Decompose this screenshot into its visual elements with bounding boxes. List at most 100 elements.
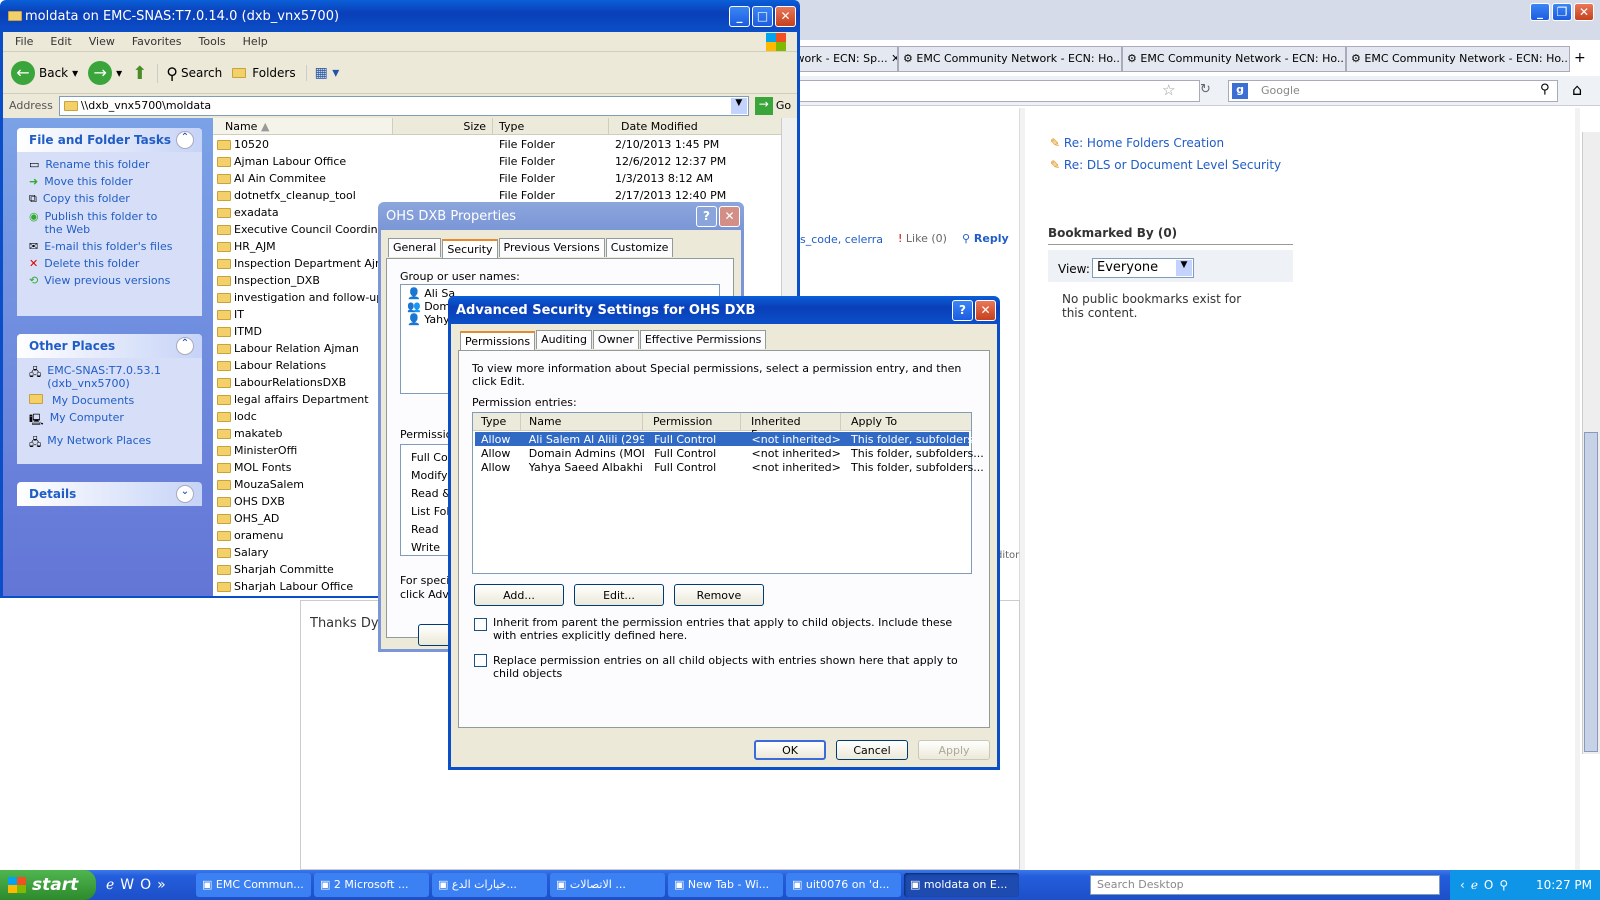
start-button[interactable]: start: [0, 870, 96, 900]
browser-tab[interactable]: ⚙ EMC Community Network - ECN: Ho... ✕: [1346, 46, 1570, 72]
address-input[interactable]: \\dxb_vnx5700\moldata ▼: [58, 95, 749, 116]
tray-arrow-icon[interactable]: ‹: [1460, 878, 1465, 892]
folders-button[interactable]: Folders: [232, 66, 296, 80]
task-publish[interactable]: ◉ Publish this folder to the Web: [17, 206, 202, 236]
word-icon[interactable]: W: [120, 877, 134, 893]
taskbar-item[interactable]: ▣ moldata on E...: [904, 873, 1019, 897]
task-move[interactable]: ➜ Move this folder: [17, 171, 202, 188]
inherit-checkbox[interactable]: [474, 618, 487, 631]
view-select[interactable]: Everyone ▼: [1092, 258, 1194, 278]
task-delete[interactable]: ✕ Delete this folder: [17, 253, 202, 270]
cancel-button[interactable]: Cancel: [836, 740, 908, 760]
task-email[interactable]: ✉ E-mail this folder's files: [17, 236, 202, 253]
reload-icon[interactable]: ↻: [1200, 82, 1211, 97]
maximize-button[interactable]: □: [752, 5, 773, 27]
tray-ie-icon[interactable]: ℯ: [1471, 878, 1478, 892]
replace-checkbox[interactable]: [474, 654, 487, 667]
menu-tools[interactable]: Tools: [199, 35, 226, 48]
task-previous-versions[interactable]: ⟲ View previous versions: [17, 270, 202, 287]
file-row[interactable]: Ajman Labour Office File Folder 12/6/2012 …: [213, 153, 781, 170]
browser-tab[interactable]: ⚙ EMC Community Network - ECN: Ho... ✕: [1122, 46, 1346, 72]
close-button[interactable]: ✕: [975, 299, 996, 321]
col-permission[interactable]: Permission: [643, 413, 741, 430]
ie-icon[interactable]: ℯ: [106, 877, 114, 893]
close-button[interactable]: ✕: [719, 205, 740, 227]
taskbar-item[interactable]: ▣ الاتصالات ...: [550, 873, 665, 897]
advanced-titlebar[interactable]: Advanced Security Settings for OHS DXB ?…: [448, 296, 1000, 324]
browser-restore-button[interactable]: ❐: [1552, 3, 1572, 21]
url-bar[interactable]: [780, 80, 1200, 102]
taskbar-item[interactable]: ▣ uit0076 on 'd...: [786, 873, 901, 897]
col-type[interactable]: Type: [473, 413, 521, 430]
explorer-titlebar[interactable]: moldata on EMC-SNAS:T7.0.14.0 (dxb_vnx57…: [0, 0, 800, 32]
collapse-icon[interactable]: ⌃: [176, 131, 194, 149]
tab-permissions[interactable]: Permissions: [460, 331, 536, 350]
add-button[interactable]: Add...: [474, 584, 564, 606]
column-name[interactable]: Name ▲: [213, 118, 393, 134]
file-row[interactable]: 10520 File Folder 2/10/2013 1:45 PM: [213, 136, 781, 153]
col-apply-to[interactable]: Apply To: [841, 413, 969, 430]
sidebar-link-1[interactable]: ✎ Re: Home Folders Creation: [1050, 136, 1224, 150]
apply-button[interactable]: Apply: [918, 740, 990, 760]
tray-search-icon[interactable]: ⚲: [1499, 878, 1508, 892]
place-my-network[interactable]: 🖧 My Network Places: [17, 430, 202, 453]
place-emc-snas[interactable]: 🖧 EMC-SNAS:T7.0.53.1 (dxb_vnx5700): [17, 358, 202, 390]
tab-owner[interactable]: Owner: [592, 330, 639, 349]
task-rename[interactable]: ▭ Rename this folder: [17, 152, 202, 171]
tab-effective-permissions[interactable]: Effective Permissions: [639, 330, 767, 349]
chevron-down-icon[interactable]: ▼: [730, 97, 747, 114]
tab-previous-versions[interactable]: Previous Versions: [498, 238, 605, 257]
edit-button[interactable]: Edit...: [574, 584, 664, 606]
tray-outlook-icon[interactable]: O: [1484, 878, 1493, 892]
tab-auditing[interactable]: Auditing: [536, 330, 592, 349]
like-button[interactable]: ! Like (0): [898, 232, 947, 245]
tags-fragment[interactable]: s_code, celerra: [800, 233, 883, 246]
outlook-icon[interactable]: O: [140, 877, 151, 893]
col-name[interactable]: Name: [521, 413, 643, 430]
help-button[interactable]: ?: [696, 205, 717, 227]
browser-close-button[interactable]: ✕: [1574, 3, 1594, 21]
help-button[interactable]: ?: [952, 299, 973, 321]
tab-customize[interactable]: Customize: [605, 238, 674, 257]
details-panel[interactable]: Details ⌄: [17, 482, 202, 506]
views-button[interactable]: ▦ ▾: [305, 65, 339, 81]
magnifier-icon[interactable]: ⚲: [1540, 82, 1550, 97]
col-inherited[interactable]: Inherited From: [741, 413, 841, 441]
minimize-button[interactable]: _: [729, 5, 750, 27]
reply-button[interactable]: ⚲ Reply: [962, 232, 1009, 245]
search-button[interactable]: ⚲ Search: [157, 63, 222, 83]
chevron-right-icon[interactable]: »: [157, 877, 166, 893]
task-copy[interactable]: ⧉ Copy this folder: [17, 188, 202, 206]
taskbar-item[interactable]: ▣ 2 Microsoft ...: [314, 873, 429, 897]
google-search-box[interactable]: Google: [1228, 80, 1558, 102]
browser-tab[interactable]: ⚙ EMC Community Network - ECN: Ho... ✕: [898, 46, 1122, 72]
permission-entry-row[interactable]: Allow Ali Salem Al Alili (2990... Full Con…: [475, 432, 984, 446]
close-tab-icon[interactable]: ✕: [891, 52, 897, 65]
taskbar-item[interactable]: ▣ New Tab - Wi...: [668, 873, 783, 897]
taskbar-item[interactable]: ▣ EMC Commun...: [196, 873, 311, 897]
taskbar-item[interactable]: ▣ خيارات الدع...: [432, 873, 547, 897]
go-button[interactable]: → Go: [754, 96, 791, 115]
place-my-documents[interactable]: My Documents: [17, 390, 202, 407]
collapse-icon[interactable]: ⌃: [176, 337, 194, 355]
close-button[interactable]: ✕: [775, 5, 796, 27]
new-tab-button[interactable]: +: [1570, 46, 1594, 74]
star-icon[interactable]: ☆: [1162, 81, 1175, 99]
browser-minimize-button[interactable]: _: [1530, 3, 1550, 21]
permission-entry-row[interactable]: Allow Yahya Saeed Albakhi... Full Control <…: [475, 460, 984, 474]
scrollbar-thumb[interactable]: [1584, 432, 1598, 752]
remove-button[interactable]: Remove: [674, 584, 764, 606]
column-type[interactable]: Type: [493, 118, 609, 134]
permission-entry-row[interactable]: Allow Domain Admins (MOL... Full Control <n…: [475, 446, 984, 460]
menu-view[interactable]: View: [89, 35, 115, 48]
menu-help[interactable]: Help: [243, 35, 268, 48]
properties-titlebar[interactable]: OHS DXB Properties ? ✕: [378, 202, 744, 230]
column-size[interactable]: Size: [393, 118, 493, 134]
expand-icon[interactable]: ⌄: [176, 485, 194, 503]
column-date[interactable]: Date Modified: [609, 118, 779, 134]
forward-button[interactable]: → ▾: [88, 61, 122, 85]
menu-favorites[interactable]: Favorites: [132, 35, 182, 48]
place-my-computer[interactable]: 🖳 My Computer: [17, 407, 202, 430]
other-places-header[interactable]: Other Places ⌃: [17, 334, 202, 358]
ok-button[interactable]: OK: [754, 740, 826, 760]
